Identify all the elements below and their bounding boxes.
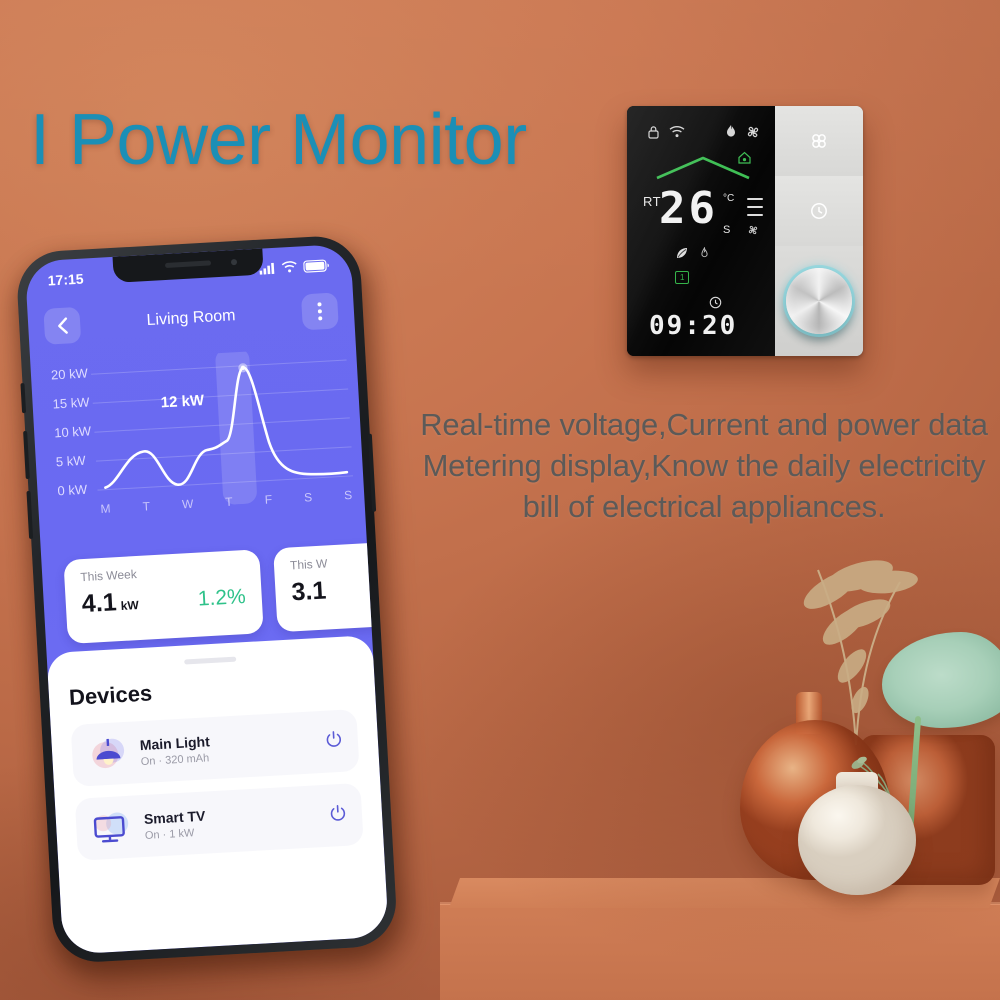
- stat-card[interactable]: This W 3.1: [273, 540, 389, 633]
- stat-card-label: This Week: [79, 567, 138, 585]
- apps-grid-icon: [812, 134, 826, 148]
- thermostat-controls: [775, 106, 863, 356]
- x-tick: W: [181, 496, 194, 512]
- power-toggle-button[interactable]: [323, 728, 344, 754]
- white-ceramic-vase: [798, 785, 916, 895]
- device-detail: 1 kW: [168, 826, 195, 841]
- status-bar: 17:15: [25, 244, 352, 296]
- stat-cards: This Week 4.1 kW 1.2% This W 3.1: [41, 540, 389, 645]
- chart-annotation: 12 kW: [160, 392, 205, 412]
- stat-card-value: 3.1: [290, 576, 328, 607]
- more-vertical-icon: [317, 302, 323, 321]
- power-icon: [330, 804, 346, 821]
- stat-card-delta: 1.2%: [197, 585, 247, 611]
- x-tick: F: [264, 492, 273, 507]
- list-item[interactable]: Smart TV On · 1 kW: [74, 782, 364, 861]
- volume-down-button[interactable]: [26, 490, 34, 539]
- devices-title: Devices: [68, 680, 153, 710]
- sheet-grabber[interactable]: [184, 656, 237, 665]
- thermostat-panel: RT 26 °C S 1: [627, 106, 863, 356]
- wifi-icon: [281, 261, 297, 273]
- page-title-room: Living Room: [146, 307, 236, 330]
- rotary-dial[interactable]: [775, 246, 863, 356]
- app-bar: Living Room: [27, 288, 355, 350]
- battery-icon: [303, 259, 329, 273]
- volume-up-button[interactable]: [23, 430, 30, 480]
- chevron-left-icon: [57, 317, 68, 334]
- lcd-glass-reflection: [627, 106, 775, 356]
- television-icon: [89, 807, 135, 849]
- smartphone: 17:15 Living Room 20 kW 15 kW 10 kW 5 kW…: [15, 234, 410, 982]
- device-separator: ·: [158, 754, 163, 767]
- status-time: 17:15: [47, 270, 84, 289]
- timer-clock-icon: [811, 203, 827, 219]
- phone-body: 17:15 Living Room 20 kW 15 kW 10 kW 5 kW…: [15, 234, 399, 965]
- device-separator: ·: [162, 828, 167, 841]
- x-tick: S: [343, 487, 353, 503]
- power-icon: [326, 730, 341, 747]
- device-state: On: [144, 828, 160, 842]
- mute-switch[interactable]: [20, 383, 27, 414]
- devices-sheet: Devices Main Light On · 320 mAh Smart TV…: [46, 635, 389, 955]
- stat-card-label: This W: [289, 556, 328, 573]
- x-tick: S: [303, 490, 313, 505]
- stat-card[interactable]: This Week 4.1 kW 1.2%: [63, 549, 264, 644]
- timer-button[interactable]: [775, 176, 863, 247]
- list-item[interactable]: Main Light On · 320 mAh: [70, 709, 360, 787]
- stat-card-value: 4.1: [81, 588, 118, 619]
- stat-card-unit: kW: [120, 597, 140, 613]
- ceiling-lamp-icon: [85, 733, 131, 775]
- scene-button[interactable]: [775, 106, 863, 177]
- phone-screen: 17:15 Living Room 20 kW 15 kW 10 kW 5 kW…: [24, 243, 389, 955]
- product-marketing-scene: I Power Monitor Real-time voltage,Curren…: [0, 0, 1000, 1000]
- page-title: I Power Monitor: [30, 100, 527, 180]
- back-button[interactable]: [43, 306, 82, 345]
- chart-plot: [91, 348, 354, 505]
- marketing-copy: Real-time voltage,Current and power data…: [420, 407, 988, 524]
- device-state: On: [140, 754, 156, 768]
- x-tick: M: [100, 501, 111, 516]
- overflow-menu-button[interactable]: [300, 292, 339, 331]
- power-toggle-button[interactable]: [327, 802, 348, 828]
- device-detail: 320 mAh: [164, 751, 210, 767]
- rotary-knob[interactable]: [786, 268, 852, 334]
- x-tick: T: [224, 494, 234, 509]
- cellular-signal-icon: [259, 262, 275, 275]
- energy-chart: 20 kW 15 kW 10 kW 5 kW 0 kW 12 kW M T W …: [30, 339, 366, 553]
- chart-highlight-band: [215, 348, 257, 505]
- x-tick: T: [142, 499, 151, 514]
- decor-group: [700, 520, 1000, 920]
